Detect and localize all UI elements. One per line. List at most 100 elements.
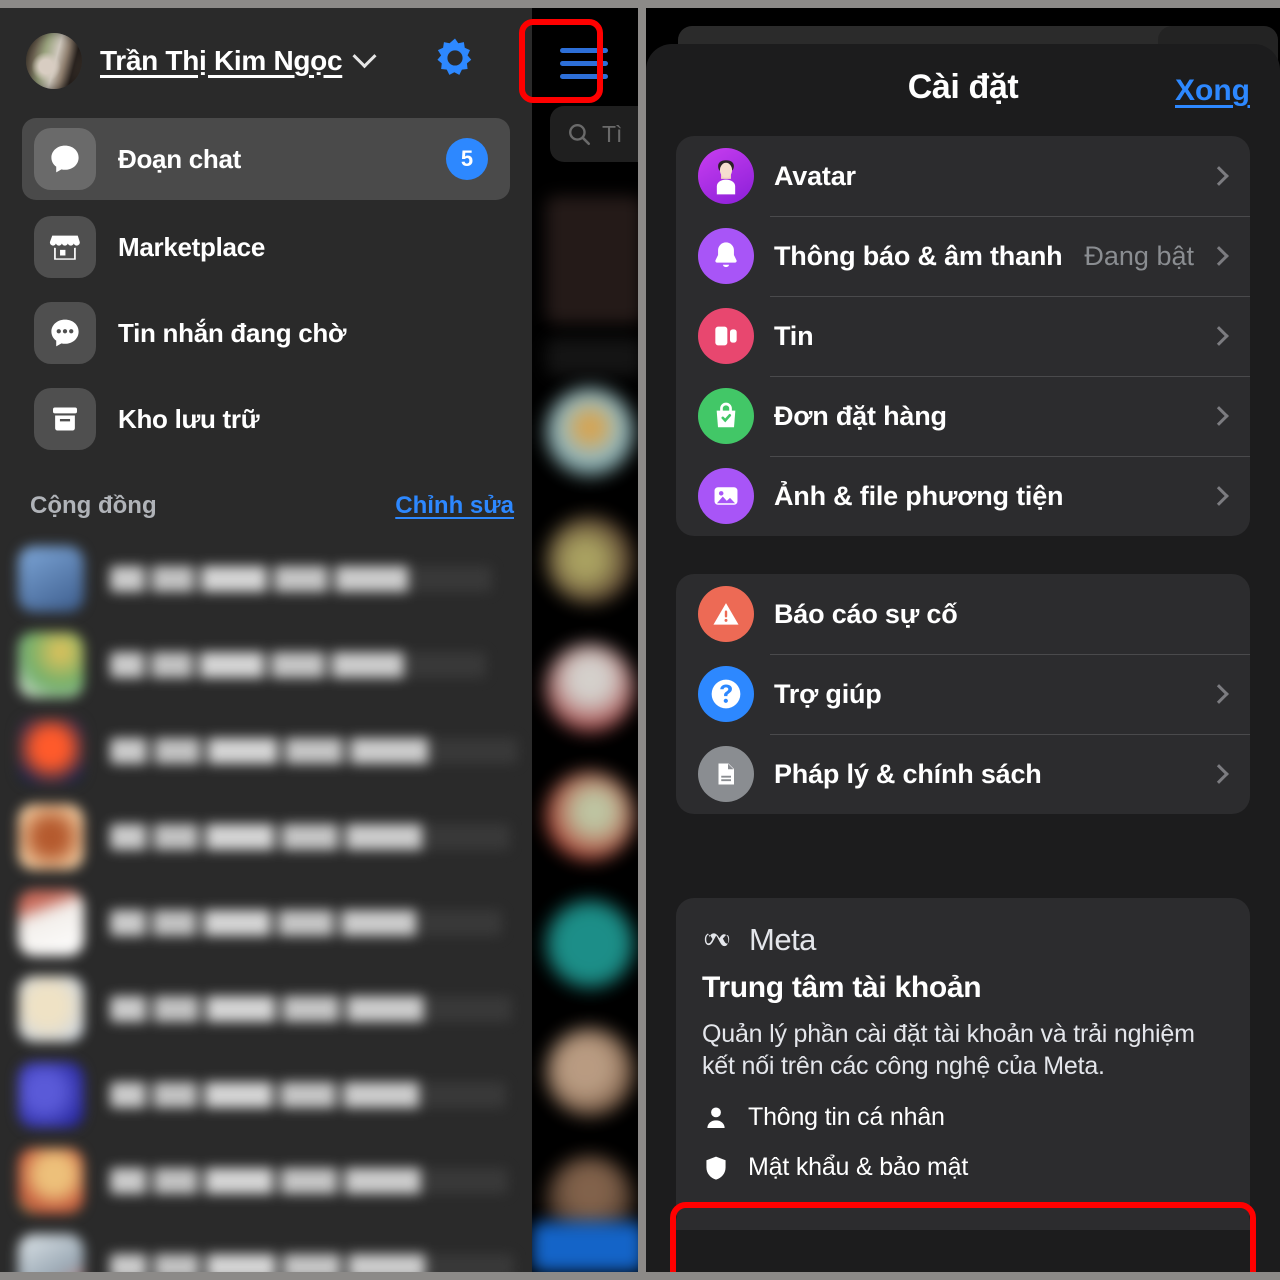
meta-brand-text: Meta [749, 922, 816, 957]
unread-badge: 5 [446, 138, 488, 180]
settings-row-legal-policies[interactable]: Pháp lý & chính sách [676, 734, 1250, 814]
person-icon [707, 1107, 725, 1128]
settings-group-support: Báo cáo sự cố Trợ giúp Pháp lý & chính s… [676, 574, 1250, 814]
message-requests-icon [34, 302, 96, 364]
avatar [546, 516, 634, 604]
sidebar-item-marketplace[interactable]: Marketplace [22, 206, 510, 288]
list-item[interactable] [18, 798, 518, 876]
sidebar-item-message-requests[interactable]: Tin nhắn đang chờ [22, 292, 510, 374]
chevron-right-icon [1209, 684, 1229, 704]
chat-bubble-icon [34, 128, 96, 190]
community-section-header: Cộng đồng Chỉnh sửa [30, 486, 514, 526]
accounts-center-heading: Trung tâm tài khoản [702, 971, 982, 1004]
avatar [546, 772, 634, 860]
community-thumbnail [18, 632, 84, 698]
hamburger-menu-icon[interactable] [560, 48, 608, 82]
settings-row-report-problem[interactable]: Báo cáo sự cố [676, 574, 1250, 654]
list-item[interactable] [18, 712, 518, 790]
chevron-right-icon [1209, 246, 1229, 266]
settings-row-help[interactable]: Trợ giúp [676, 654, 1250, 734]
edit-communities-link[interactable]: Chỉnh sửa [395, 492, 514, 520]
shield-icon [706, 1156, 726, 1180]
avatar [546, 388, 634, 476]
list-item[interactable] [18, 1228, 518, 1272]
sidebar-item-label: Kho lưu trữ [118, 403, 260, 434]
gear-icon [437, 38, 472, 75]
community-name-blurred [110, 1254, 514, 1272]
list-item[interactable] [18, 970, 518, 1048]
photo-icon [698, 468, 754, 524]
community-name-blurred [110, 652, 486, 678]
settings-row-label: Trợ giúp [774, 678, 882, 709]
community-name-blurred [110, 738, 518, 764]
chevron-down-icon[interactable] [352, 44, 377, 69]
community-name-blurred [110, 824, 510, 850]
community-thumbnail [18, 1062, 84, 1128]
avatar-person-icon [698, 148, 754, 204]
profile-avatar[interactable] [26, 32, 82, 89]
settings-row-label: Thông báo & âm thanh [774, 240, 1063, 271]
accounts-center-link-personal-info[interactable]: Thông tin cá nhân [702, 1103, 1224, 1132]
list-item[interactable] [18, 1056, 518, 1134]
question-mark-icon [698, 666, 754, 722]
community-name-blurred [110, 1168, 508, 1194]
settings-row-label: Tin [774, 320, 814, 351]
sidebar-item-label: Đoạn chat [118, 143, 241, 174]
community-thumbnail [18, 718, 84, 784]
settings-sheet: Cài đặt Xong Avatar Thông báo & âm thanh… [646, 44, 1280, 1272]
settings-row-label: Pháp lý & chính sách [774, 758, 1042, 789]
chevron-right-icon [1209, 406, 1229, 426]
community-thumbnail [18, 546, 84, 612]
chevron-right-icon [1209, 326, 1229, 346]
community-thumbnail [18, 890, 84, 956]
sidebar-item-chats[interactable]: Đoạn chat 5 [22, 118, 510, 200]
sidebar-item-label: Marketplace [118, 231, 265, 262]
list-item[interactable] [18, 884, 518, 962]
chevron-right-icon [1209, 486, 1229, 506]
done-button[interactable]: Xong [1175, 74, 1250, 108]
search-placeholder: Tì [602, 120, 623, 147]
settings-button[interactable] [416, 22, 494, 100]
community-name-blurred [110, 996, 512, 1022]
panel-divider [638, 0, 646, 1280]
chat-list-background: Tì [532, 8, 638, 1272]
chat-preview-blurred [546, 196, 638, 324]
settings-row-label: Ảnh & file phương tiện [774, 480, 1064, 511]
search-input[interactable]: Tì [550, 106, 638, 162]
meta-brand: Meta [702, 922, 1224, 958]
profile-name: Trần Thị Kim Ngọc [100, 44, 343, 76]
sidebar-item-archive[interactable]: Kho lưu trữ [22, 378, 510, 460]
chevron-right-icon [1209, 764, 1229, 784]
settings-row-label: Đơn đặt hàng [774, 400, 947, 431]
accounts-center-card: Meta Trung tâm tài khoản Quản lý phần cà… [676, 898, 1250, 1228]
community-name-blurred [110, 910, 502, 936]
search-icon [569, 124, 591, 146]
storefront-icon [34, 216, 96, 278]
chevron-right-icon [1209, 166, 1229, 186]
chat-preview-blurred [546, 338, 638, 376]
settings-row-avatar[interactable]: Avatar [676, 136, 1250, 216]
settings-row-stories[interactable]: Tin [676, 296, 1250, 376]
list-item[interactable] [18, 540, 518, 618]
document-icon [698, 746, 754, 802]
navigation-drawer: Trần Thị Kim Ngọc Đoạn chat 5 Marketplac… [0, 8, 532, 1272]
link-label: Mật khẩu & bảo mật [748, 1153, 969, 1181]
avatar [546, 900, 634, 988]
list-item[interactable] [18, 1142, 518, 1220]
settings-row-orders[interactable]: Đơn đặt hàng [676, 376, 1250, 456]
community-thumbnail [18, 976, 84, 1042]
community-title: Cộng đồng [30, 492, 157, 519]
community-name-blurred [110, 566, 492, 592]
bell-icon [698, 228, 754, 284]
accounts-center-link-password-security[interactable]: Mật khẩu & bảo mật [702, 1153, 1224, 1182]
settings-row-notifications[interactable]: Thông báo & âm thanh Đang bật [676, 216, 1250, 296]
link-label: Thông tin cá nhân [748, 1103, 945, 1131]
community-thumbnail [18, 1148, 84, 1214]
avatar [546, 644, 634, 732]
settings-row-photos-media[interactable]: Ảnh & file phương tiện [676, 456, 1250, 536]
community-thumbnail [18, 1234, 84, 1272]
community-thumbnail [18, 804, 84, 870]
list-item[interactable] [18, 626, 518, 704]
avatar [546, 1028, 634, 1116]
warning-triangle-icon [698, 586, 754, 642]
